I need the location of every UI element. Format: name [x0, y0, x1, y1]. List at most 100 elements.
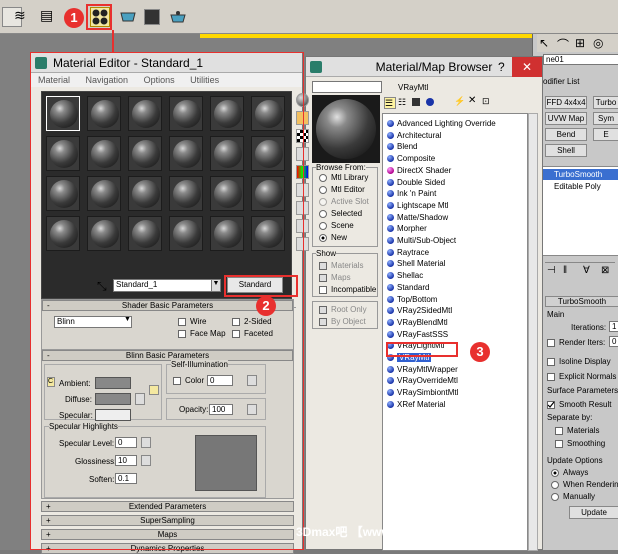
list-item-label: Blend [397, 142, 418, 152]
browser-view-tools[interactable]: ☰ ☷ ⚡ ✕ ⊡ [382, 95, 522, 111]
turbo-button[interactable]: Turbo [593, 96, 618, 109]
material-sphere-icon [387, 213, 394, 221]
list-item[interactable]: VRayOverrideMtl [387, 375, 458, 386]
render-icon[interactable] [168, 7, 188, 27]
mtl-editor-radio[interactable] [319, 186, 327, 194]
materials-checkbox[interactable] [555, 427, 563, 435]
render-iters-field[interactable]: 0 [609, 336, 618, 347]
small-icons-view-icon[interactable] [412, 98, 420, 106]
active-slot-radio[interactable] [319, 198, 327, 206]
iterations-field[interactable]: 1 [609, 321, 618, 332]
list-item[interactable]: VRay2SidedMtl [387, 305, 452, 316]
object-name-field[interactable]: ne01 [543, 54, 618, 65]
browser-name-field[interactable] [312, 81, 382, 93]
shell-button[interactable]: Shell [545, 144, 587, 157]
list-item[interactable]: Composite [387, 153, 435, 164]
manually-radio[interactable] [551, 493, 559, 501]
maps-show-label: Maps [331, 273, 351, 282]
selected-radio[interactable] [319, 210, 327, 218]
render-frame-icon[interactable] [144, 9, 160, 25]
material-sphere-icon [387, 155, 394, 163]
list-item[interactable]: Architectural [387, 130, 441, 141]
scene-radio[interactable] [319, 222, 327, 230]
update-scene-icon[interactable]: ⚡ [454, 96, 465, 107]
stack-item-turbosmooth[interactable]: TurboSmooth [540, 169, 618, 180]
render-setup-icon[interactable] [118, 7, 138, 27]
help-icon[interactable]: ? [498, 57, 505, 77]
configure-icon[interactable]: ⊠ [601, 265, 609, 276]
delete-icon[interactable]: ✕ [468, 95, 476, 106]
when-rendering-radio[interactable] [551, 481, 559, 489]
render-iters-checkbox[interactable] [547, 339, 555, 347]
material-sphere-icon [387, 365, 394, 373]
always-radio[interactable] [551, 469, 559, 477]
smooth-result-checkbox[interactable] [547, 401, 555, 409]
modifier-list-label[interactable]: odifier List [543, 77, 579, 86]
list-item[interactable]: Morpher [387, 223, 427, 234]
explicit-normals-checkbox[interactable] [547, 373, 555, 381]
list-item-label: DirectX Shader [397, 165, 452, 175]
show-end-icon[interactable]: ‖ [563, 265, 567, 276]
update-button[interactable]: Update [569, 506, 618, 519]
list-item[interactable]: Blend [387, 141, 417, 152]
layer-icon[interactable]: ≋ [14, 7, 30, 27]
e-button[interactable]: E [593, 128, 618, 141]
isoline-checkbox[interactable] [547, 358, 555, 366]
stack-tools[interactable]: ⊣ ‖ ∀ ⊠ [545, 262, 615, 278]
list-item[interactable]: Ink 'n Paint [387, 188, 436, 199]
command-tabs[interactable]: ↖ ⌒ ⊞ ◎ [537, 34, 618, 52]
sym-button[interactable]: Sym [593, 112, 618, 125]
list-item[interactable]: DirectX Shader [387, 165, 451, 176]
list-item[interactable]: Shell Material [387, 258, 445, 269]
turbosmooth-rollout[interactable]: TurboSmooth [545, 296, 618, 307]
close-icon[interactable]: ✕ [512, 57, 542, 77]
bend-button[interactable]: Bend [545, 128, 587, 141]
large-icons-view-icon[interactable] [426, 98, 434, 106]
list-item[interactable]: VRaySimbiontMtl [387, 387, 458, 398]
smoothing-checkbox[interactable] [555, 440, 563, 448]
list-item-label: Ink 'n Paint [397, 189, 437, 199]
list-item[interactable]: Multi/Sub-Object [387, 235, 456, 246]
curve-editor-icon[interactable]: ▤ [40, 7, 60, 27]
by-object-checkbox[interactable] [319, 318, 327, 326]
create-tab-icon[interactable]: ↖ [539, 36, 549, 50]
list-item[interactable]: Advanced Lighting Override [387, 118, 496, 129]
list-scrollbar[interactable] [528, 113, 538, 551]
material-list[interactable]: Advanced Lighting Override Architectural B… [382, 113, 528, 551]
new-radio[interactable] [319, 234, 327, 242]
list-item[interactable]: Shellac [387, 270, 423, 281]
mtl-library-radio[interactable] [319, 174, 327, 182]
list-item[interactable]: VRayMtlWrapper [387, 364, 458, 375]
maps-checkbox[interactable] [319, 274, 327, 282]
material-browser-window: Material/Map Browser ? ✕ VRayMtl ☰ ☷ ⚡ ✕… [305, 56, 543, 551]
list-item[interactable]: Matte/Shadow [387, 212, 448, 223]
list-view-icon[interactable]: ☰ [384, 97, 396, 109]
render-iters-label: Render Iters: [559, 338, 606, 347]
motion-tab-icon[interactable]: ◎ [593, 36, 603, 50]
incompatible-checkbox[interactable] [319, 286, 327, 294]
ffd-button[interactable]: FFD 4x4x4 [545, 96, 587, 109]
list-item[interactable]: VRayFastSSS [387, 329, 448, 340]
list-item[interactable]: Double Sided [387, 177, 445, 188]
list-item[interactable]: VRayBlendMtl [387, 317, 448, 328]
remove-modifier-icon[interactable]: ∀ [583, 265, 590, 276]
materials-checkbox[interactable] [319, 262, 327, 270]
browser-title-text: Material/Map Browser [375, 60, 493, 74]
uvw-map-button[interactable]: UVW Map [545, 112, 587, 125]
main-group-label: Main [547, 310, 565, 319]
list-item[interactable]: Top/Bottom [387, 294, 437, 305]
list-item[interactable]: Lightscape Mtl [387, 200, 449, 211]
when-rendering-label: When Rendering [563, 480, 618, 489]
list-item-label: Lightscape Mtl [397, 200, 449, 210]
hierarchy-tab-icon[interactable]: ⊞ [575, 36, 585, 50]
list-item[interactable]: Raytrace [387, 247, 429, 258]
list-item[interactable]: Standard [387, 282, 429, 293]
pin-stack-icon[interactable]: ⊣ [547, 265, 556, 276]
clear-icon[interactable]: ⊡ [482, 96, 490, 107]
root-only-checkbox[interactable] [319, 306, 327, 314]
list-icons-view-icon[interactable]: ☷ [398, 97, 406, 108]
list-item[interactable]: XRef Material [387, 399, 445, 410]
list-item-label: VRay2SidedMtl [397, 306, 453, 316]
modify-tab-icon[interactable]: ⌒ [557, 36, 569, 53]
stack-item-editable-poly[interactable]: Editable Poly [554, 182, 601, 191]
